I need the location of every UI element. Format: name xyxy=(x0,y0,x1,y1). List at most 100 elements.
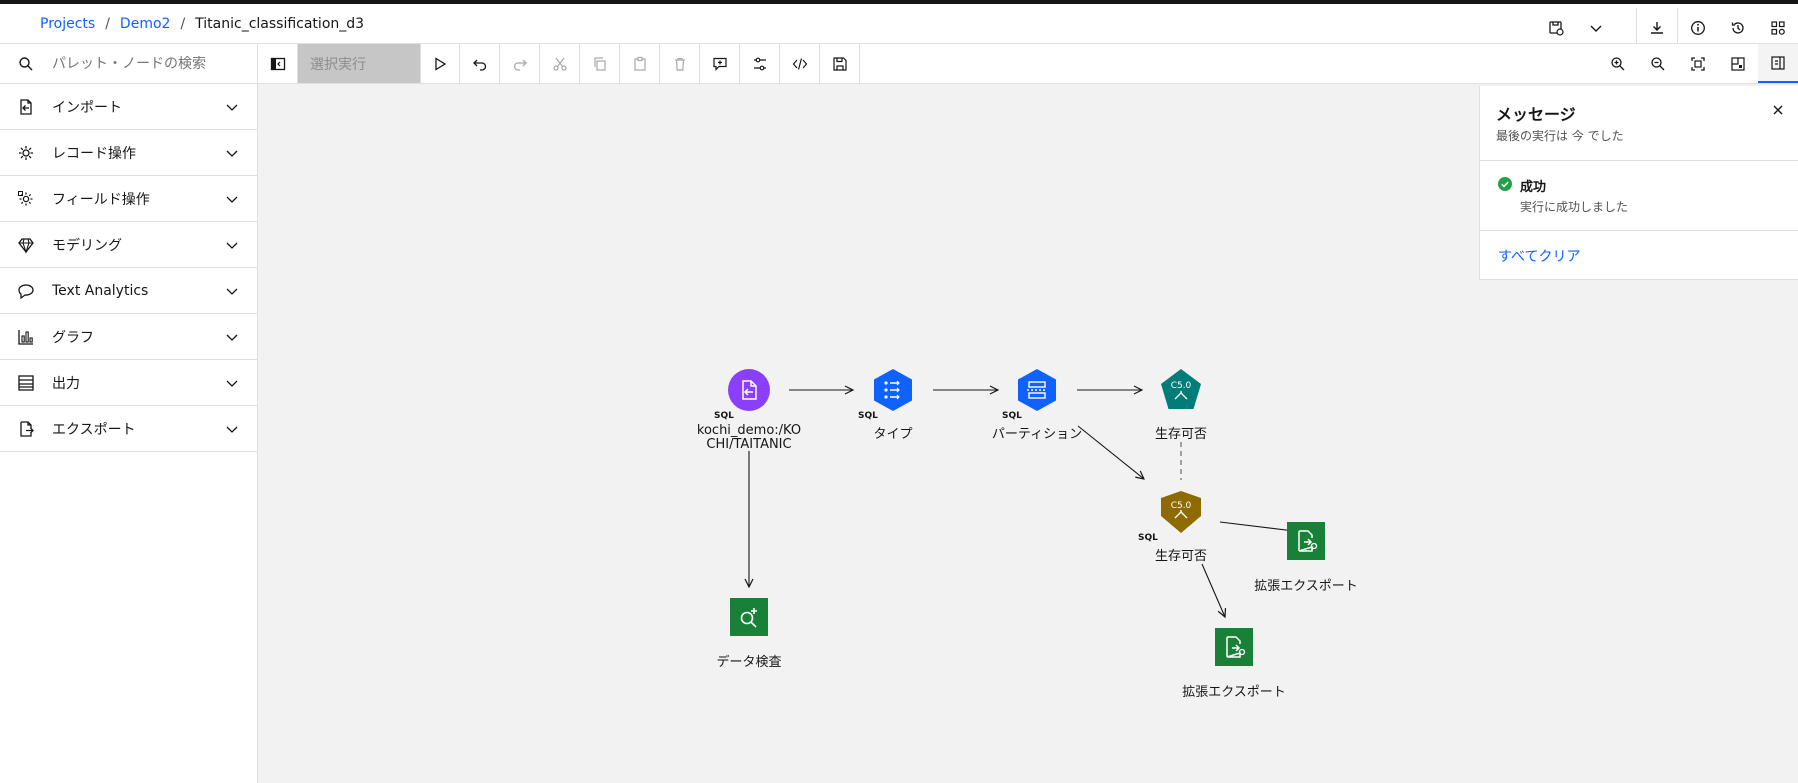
cut-button[interactable] xyxy=(540,44,580,83)
graph-icon xyxy=(0,328,52,346)
text-analytics-icon xyxy=(0,282,52,300)
breadcrumb-project-link[interactable]: Demo2 xyxy=(120,16,171,32)
run-button[interactable] xyxy=(420,44,460,83)
node-palette: インポート レコード操作 フィールド操作 モデリング Text Analytic… xyxy=(0,84,258,783)
chevron-down-icon xyxy=(226,196,238,203)
palette-category-export[interactable]: エクスポート xyxy=(0,406,257,452)
redo-button[interactable] xyxy=(500,44,540,83)
node-label: 生存可否 xyxy=(1154,427,1208,442)
sql-badge: SQL xyxy=(714,411,734,421)
palette-category-label: エクスポート xyxy=(52,421,136,438)
node-database-source[interactable]: SQL kochi_demo:/KO CHI/TAITANIC xyxy=(697,369,801,452)
paste-button[interactable] xyxy=(620,44,660,83)
breadcrumb-projects-link[interactable]: Projects xyxy=(40,16,95,32)
link-partition-nugget xyxy=(1077,425,1144,479)
output-icon xyxy=(0,374,52,392)
status-text: 実行に成功しました xyxy=(1520,200,1629,214)
fit-to-screen-button[interactable] xyxy=(1678,44,1718,83)
messages-subtitle: 最後の実行は 今 でした xyxy=(1496,129,1624,143)
palette-category-record-ops[interactable]: レコード操作 xyxy=(0,130,257,176)
palette-category-output[interactable]: 出力 xyxy=(0,360,257,406)
top-header: Projects / Demo2 / Titanic_classificatio… xyxy=(0,0,1798,48)
run-selection-button[interactable]: 選択実行 xyxy=(298,44,420,83)
chevron-down-icon xyxy=(226,380,238,387)
modeling-icon xyxy=(0,236,52,254)
play-icon xyxy=(435,56,447,71)
node-extended-export-1[interactable]: 拡張エクスポート xyxy=(1254,522,1358,594)
delete-button[interactable] xyxy=(660,44,700,83)
node-c50-model[interactable]: C5.0 生存可否 xyxy=(1155,368,1207,442)
palette-category-field-ops[interactable]: フィールド操作 xyxy=(0,176,257,222)
messages-panel: メッセージ 最後の実行は 今 でした 成功 実行に成功しました すべてクリア xyxy=(1479,86,1798,280)
close-icon xyxy=(1773,105,1783,115)
palette-category-label: レコード操作 xyxy=(52,145,136,162)
node-label: データ検査 xyxy=(716,655,782,670)
chevron-down-icon xyxy=(1590,25,1602,32)
link-nugget-export2 xyxy=(1201,563,1225,617)
copy-button[interactable] xyxy=(580,44,620,83)
c50-badge-text: C5.0 xyxy=(1171,501,1192,511)
code-button[interactable] xyxy=(780,44,820,83)
download-button[interactable] xyxy=(1637,8,1677,48)
zoom-out-button[interactable] xyxy=(1638,44,1678,83)
node-label: パーティション xyxy=(991,427,1083,442)
add-comment-button[interactable] xyxy=(700,44,740,83)
node-label: kochi_demo:/KO xyxy=(696,423,802,438)
version-dropdown-button[interactable] xyxy=(1576,8,1616,48)
node-label: 拡張エクスポート xyxy=(1254,579,1358,594)
history-icon xyxy=(1731,22,1744,34)
comment-icon xyxy=(712,57,727,71)
palette-category-label: グラフ xyxy=(52,329,94,346)
palette-category-text-analytics[interactable]: Text Analytics xyxy=(0,268,257,314)
database-import-icon xyxy=(728,369,770,411)
type-node-icon xyxy=(874,369,912,411)
palette-category-import[interactable]: インポート xyxy=(0,84,257,130)
node-extended-export-2[interactable]: 拡張エクスポート xyxy=(1182,628,1286,700)
palette-search xyxy=(0,44,258,84)
palette-search-input[interactable] xyxy=(52,55,242,72)
save-version-button[interactable] xyxy=(1536,8,1576,48)
messages-toggle-button[interactable] xyxy=(1758,44,1798,83)
zoom-in-icon xyxy=(1611,56,1625,70)
info-button[interactable] xyxy=(1678,8,1718,48)
divider xyxy=(1480,160,1798,161)
palette-category-modeling[interactable]: モデリング xyxy=(0,222,257,268)
flow-settings-icon xyxy=(1771,21,1785,35)
settings-button[interactable] xyxy=(740,44,780,83)
chevron-down-icon xyxy=(226,288,238,295)
zoom-in-button[interactable] xyxy=(1598,44,1638,83)
node-label: 拡張エクスポート xyxy=(1182,685,1286,700)
save-icon xyxy=(832,56,847,71)
palette-category-label: フィールド操作 xyxy=(52,191,150,208)
node-data-audit[interactable]: データ検査 xyxy=(716,598,782,670)
history-button[interactable] xyxy=(1718,8,1758,48)
toggle-palette-button[interactable] xyxy=(258,44,298,83)
chevron-down-icon xyxy=(226,426,238,433)
undo-button[interactable] xyxy=(460,44,500,83)
minimap-button[interactable] xyxy=(1718,44,1758,83)
data-audit-icon xyxy=(730,598,768,636)
palette-category-graph[interactable]: グラフ xyxy=(0,314,257,360)
save-button[interactable] xyxy=(820,44,860,83)
search-icon xyxy=(0,56,52,72)
close-messages-button[interactable] xyxy=(1768,100,1788,120)
status-title: 成功 xyxy=(1520,180,1547,195)
node-type[interactable]: SQL タイプ xyxy=(858,368,914,442)
node-c50-nugget[interactable]: C5.0 SQL 生存可否 xyxy=(1138,490,1207,564)
chevron-down-icon xyxy=(226,242,238,249)
clear-all-link[interactable]: すべてクリア xyxy=(1498,246,1580,266)
flow-settings-button[interactable] xyxy=(1758,8,1798,48)
node-partition[interactable]: SQL パーティション xyxy=(992,368,1082,442)
sql-badge: SQL xyxy=(1138,533,1158,543)
redo-icon xyxy=(513,59,527,71)
chevron-down-icon xyxy=(226,150,238,157)
toggle-palette-icon xyxy=(270,57,285,70)
node-label: タイプ xyxy=(873,427,913,442)
messages-title: メッセージ xyxy=(1496,105,1576,124)
save-version-icon xyxy=(1549,21,1564,36)
sql-badge: SQL xyxy=(858,411,878,421)
messages-panel-icon xyxy=(1771,55,1785,70)
import-icon xyxy=(0,98,52,116)
